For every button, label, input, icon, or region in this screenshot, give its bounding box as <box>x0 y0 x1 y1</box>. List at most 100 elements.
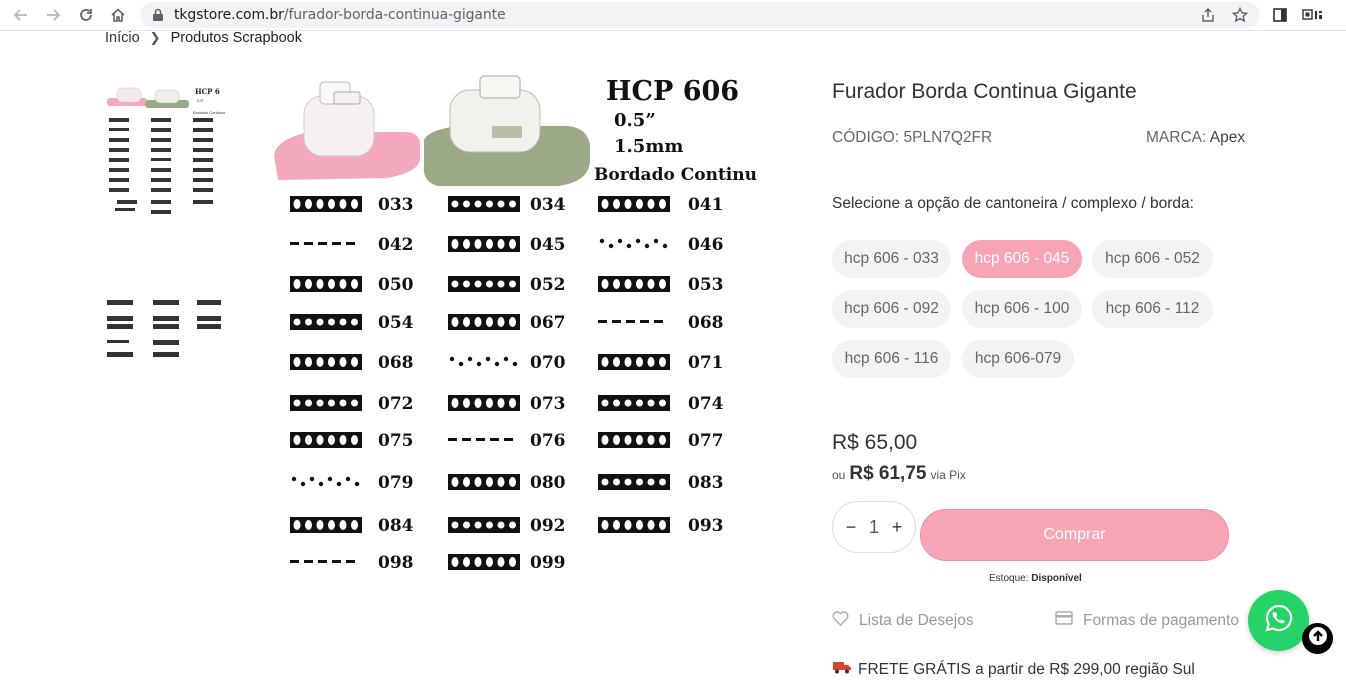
pattern-code-label: 099 <box>530 553 566 573</box>
browser-toolbar: tkgstore.com.br/furador-borda-continua-g… <box>0 0 1346 31</box>
pattern-swatch <box>290 314 362 330</box>
sku-label: CÓDIGO: <box>832 129 900 146</box>
address-bar[interactable]: tkgstore.com.br/furador-borda-continua-g… <box>140 2 1260 28</box>
pattern-swatch <box>599 238 668 249</box>
pattern-swatch <box>449 356 518 367</box>
pattern-code-label: 093 <box>688 516 724 536</box>
pattern-swatch <box>290 354 362 370</box>
shipping-text: FRETE GRÁTIS a partir de R$ 299,00 regiã… <box>858 660 1195 678</box>
sku-value: 5PLN7Q2FR <box>903 129 993 146</box>
whatsapp-button[interactable] <box>1248 590 1309 651</box>
back-arrow-icon[interactable] <box>10 4 32 26</box>
pattern-swatch <box>448 196 520 212</box>
pattern-code-label: 077 <box>688 431 724 451</box>
svg-text:0.5": 0.5" <box>197 98 205 103</box>
pattern-code-label: 052 <box>530 275 566 295</box>
pattern-swatch <box>290 242 355 245</box>
product-thumbnail-1[interactable]: HCP 6 0.5" Bordado Continuo <box>105 84 235 220</box>
pattern-code-label: 083 <box>688 473 724 493</box>
pattern-swatch <box>290 432 362 448</box>
pattern-swatch <box>448 314 520 330</box>
product-price: R$ 65,00 <box>832 431 918 454</box>
variant-option-079[interactable]: hcp 606-079 <box>962 340 1074 378</box>
pattern-swatch <box>598 196 670 212</box>
product-brand: MARCA: Apex <box>1146 129 1245 147</box>
pattern-code-label: 073 <box>530 394 566 414</box>
pattern-swatch <box>290 517 362 533</box>
pattern-code-label: 075 <box>378 431 414 451</box>
pix-price: R$ 61,75 <box>849 463 927 484</box>
pattern-swatch <box>448 554 520 570</box>
product-main-image[interactable]: HCP 606 0.5” 1.5mm Bordado Continuo 033 0… <box>268 70 768 590</box>
pattern-swatch <box>598 395 670 411</box>
pattern-swatch <box>291 476 360 487</box>
image-model-text: HCP 606 <box>606 76 739 107</box>
share-icon[interactable] <box>1198 5 1218 25</box>
variant-option-112[interactable]: hcp 606 - 112 <box>1092 290 1213 328</box>
pattern-swatch <box>598 320 663 323</box>
pattern-swatch <box>290 560 355 563</box>
scroll-to-top-button[interactable] <box>1302 623 1333 654</box>
pattern-code-label: 068 <box>378 353 414 373</box>
credit-card-icon <box>1055 611 1073 630</box>
shipping-banner: FRETE GRÁTIS a partir de R$ 299,00 regiã… <box>832 660 1195 679</box>
pattern-swatch <box>290 196 362 212</box>
pattern-code-label: 053 <box>688 275 724 295</box>
bookmark-star-icon[interactable] <box>1230 5 1250 25</box>
side-panel-icon[interactable] <box>1269 4 1291 26</box>
breadcrumb-home-link[interactable]: Início <box>105 30 140 46</box>
lock-icon[interactable] <box>148 5 168 25</box>
forward-arrow-icon[interactable] <box>42 4 64 26</box>
url-path: /furador-borda-continua-gigante <box>283 7 506 23</box>
home-icon[interactable] <box>107 4 129 26</box>
breadcrumb: Início ❯ Produtos Scrapbook <box>105 30 302 46</box>
payment-methods-link[interactable]: Formas de pagamento <box>1055 611 1239 630</box>
pattern-swatch <box>598 432 670 448</box>
pattern-code-label: 071 <box>688 353 724 373</box>
extension-icon[interactable] <box>1300 4 1326 26</box>
pattern-code-label: 041 <box>688 195 724 215</box>
reload-icon[interactable] <box>75 4 97 26</box>
svg-text:HCP 6: HCP 6 <box>195 87 220 96</box>
pattern-code-label: 084 <box>378 516 414 536</box>
image-size-in-text: 0.5” <box>614 110 656 131</box>
pattern-code-label: 042 <box>378 235 414 255</box>
pattern-swatch <box>598 276 670 292</box>
brand-link[interactable]: Apex <box>1210 129 1245 146</box>
pattern-swatch <box>290 276 362 292</box>
pattern-swatch <box>448 474 520 490</box>
variant-option-100[interactable]: hcp 606 - 100 <box>962 290 1082 328</box>
breadcrumb-category-link[interactable]: Produtos Scrapbook <box>171 30 302 46</box>
variant-option-092[interactable]: hcp 606 - 092 <box>832 290 951 328</box>
pix-price-line: ou R$ 61,75 via Pix <box>832 463 966 485</box>
whatsapp-icon <box>1264 603 1294 638</box>
quantity-stepper: − 1 + <box>832 501 916 553</box>
pix-prefix: ou <box>832 468 846 482</box>
variant-label: Selecione a opção de cantoneira / comple… <box>832 195 1194 212</box>
quantity-decrease-button[interactable]: − <box>841 517 861 538</box>
chevron-right-icon: ❯ <box>149 30 161 45</box>
stock-status: Estoque: Disponível <box>989 573 1082 584</box>
pattern-code-label: 034 <box>530 195 566 215</box>
product-sku: CÓDIGO: 5PLN7Q2FR <box>832 129 992 147</box>
truck-icon <box>832 660 852 679</box>
pattern-code-label: 098 <box>378 553 414 573</box>
buy-button[interactable]: Comprar <box>920 509 1229 561</box>
stock-value: Disponível <box>1031 573 1082 584</box>
quantity-input[interactable]: 1 <box>869 517 879 538</box>
pattern-code-label: 045 <box>530 235 566 255</box>
url-domain: tkgstore.com.br <box>174 7 284 23</box>
product-title: Furador Borda Continua Gigante <box>832 80 1137 103</box>
pattern-code-label: 076 <box>530 431 566 451</box>
variant-option-033[interactable]: hcp 606 - 033 <box>832 240 951 278</box>
url-text[interactable]: tkgstore.com.br/furador-borda-continua-g… <box>174 7 506 23</box>
wishlist-link[interactable]: Lista de Desejos <box>832 611 974 631</box>
pattern-code-label: 092 <box>530 516 566 536</box>
pix-suffix: via Pix <box>930 468 966 482</box>
variant-option-045[interactable]: hcp 606 - 045 <box>962 240 1082 278</box>
arrow-up-icon <box>1308 626 1328 651</box>
product-thumbnail-2[interactable] <box>105 296 235 362</box>
variant-option-052[interactable]: hcp 606 - 052 <box>1092 240 1213 278</box>
variant-option-116[interactable]: hcp 606 - 116 <box>832 340 951 378</box>
quantity-increase-button[interactable]: + <box>887 517 907 538</box>
